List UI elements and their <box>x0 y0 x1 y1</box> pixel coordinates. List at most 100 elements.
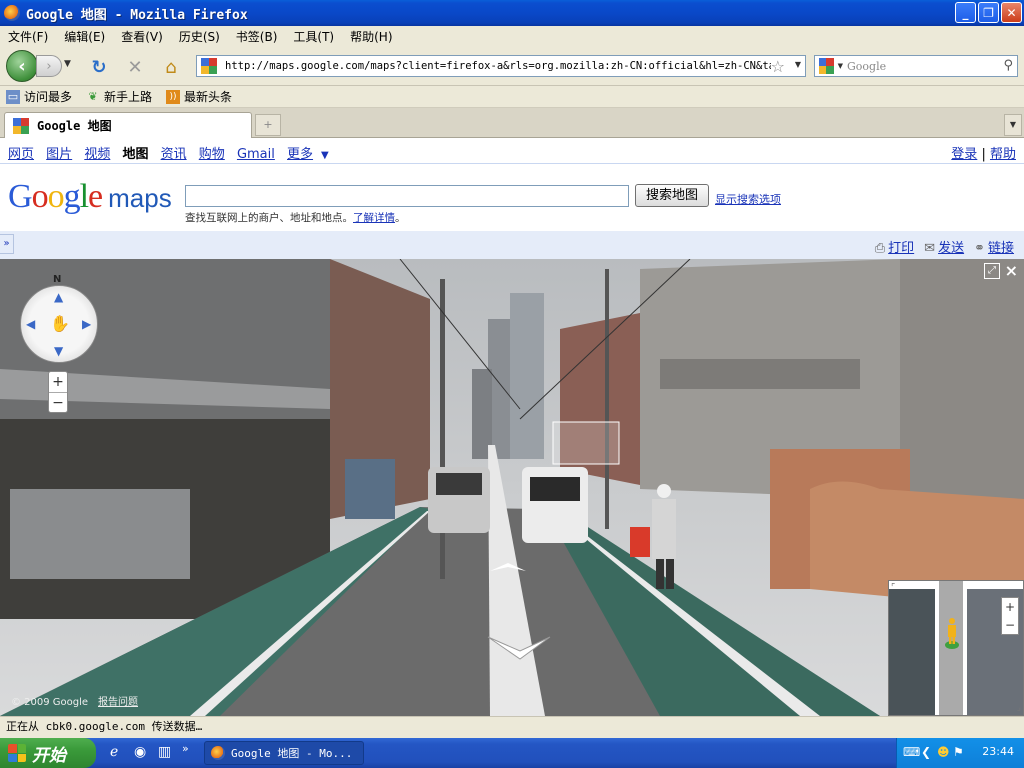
send-action[interactable]: ✉ 发送 <box>924 237 964 256</box>
ie-quicklaunch-icon[interactable]: ℯ <box>110 744 118 760</box>
close-street-view-button[interactable]: × <box>1005 261 1018 280</box>
menu-view[interactable]: 查看(V) <box>113 28 171 45</box>
copyright-text: © 2009 Google <box>11 697 89 708</box>
close-button[interactable]: ✕ <box>1001 2 1022 23</box>
help-link[interactable]: 帮助 <box>990 147 1016 162</box>
taskbar-item-firefox[interactable]: Google 地图 - Mo... <box>204 741 364 765</box>
gbar-images-link[interactable]: 图片 <box>46 147 72 162</box>
menu-tools[interactable]: 工具(T) <box>285 28 342 45</box>
history-dropdown-icon[interactable]: ▼ <box>64 59 71 69</box>
compass-rose[interactable]: ▲ ▼ ◀ ▶ ✋ <box>20 285 98 363</box>
start-label: 开始 <box>32 745 66 766</box>
network-icon[interactable]: ⚑ <box>953 745 964 759</box>
drag-hand-icon[interactable]: ✋ <box>50 314 70 333</box>
gbar-more-link[interactable]: 更多 <box>287 147 313 162</box>
gbar-gmail-link[interactable]: Gmail <box>237 147 275 162</box>
tab-bar: Google 地图 + ▼ <box>0 108 1024 138</box>
home-icon[interactable]: ⌂ <box>160 56 182 78</box>
street-view-minimap[interactable]: + − ⌜ ⌟ <box>888 580 1024 716</box>
user-links: 登录 | 帮助 <box>951 143 1016 162</box>
minimap-zoom-out-button[interactable]: − <box>1002 616 1018 634</box>
keyboard-icon[interactable]: ⌨ <box>903 745 920 759</box>
panel-collapse-button[interactable]: » <box>0 234 14 254</box>
menu-history[interactable]: 历史(S) <box>171 28 228 45</box>
print-link[interactable]: 打印 <box>888 241 914 256</box>
link-link[interactable]: 链接 <box>988 241 1014 256</box>
google-engine-icon <box>819 58 834 74</box>
url-text[interactable]: http://maps.google.com/maps?client=firef… <box>225 60 771 72</box>
maximize-button[interactable]: ❐ <box>978 2 999 23</box>
fullscreen-icon[interactable]: ⤢ <box>984 263 1000 279</box>
google-favicon-icon <box>201 58 217 74</box>
menu-bookmarks[interactable]: 书签(B) <box>228 28 286 45</box>
qq-icon[interactable]: ☻ <box>937 745 950 759</box>
window-title: Google 地图 - Mozilla Firefox <box>26 7 248 23</box>
reload-icon[interactable]: ↻ <box>88 56 110 78</box>
gbar-shopping-link[interactable]: 购物 <box>199 147 225 162</box>
pan-right-icon[interactable]: ▶ <box>82 317 91 331</box>
divider <box>0 163 1024 164</box>
report-problem-link[interactable]: 报告问题 <box>98 693 138 708</box>
firefox-icon <box>211 746 225 760</box>
tray-expand-icon[interactable]: ❮ <box>921 745 931 759</box>
link-action[interactable]: ⚭ 链接 <box>974 237 1014 256</box>
gbar-news-link[interactable]: 资讯 <box>161 147 187 162</box>
bookmark-most-visited[interactable]: ▭ 访问最多 <box>6 88 72 105</box>
pan-left-icon[interactable]: ◀ <box>26 317 35 331</box>
tab-title: Google 地图 <box>37 119 112 133</box>
google-favicon-icon <box>13 117 29 134</box>
minimap-zoom-in-button[interactable]: + <box>1002 598 1018 616</box>
menu-bar: 文件(F) 编辑(E) 查看(V) 历史(S) 书签(B) 工具(T) 帮助(H… <box>0 26 1024 46</box>
forward-button[interactable]: › <box>36 55 62 77</box>
hint-text: 查找互联网上的商户、地址和地点。 <box>185 212 353 224</box>
show-search-options-link[interactable]: 显示搜索选项 <box>715 191 781 207</box>
url-bar[interactable]: http://maps.google.com/maps?client=firef… <box>196 55 806 77</box>
window-titlebar[interactable]: Google 地图 - Mozilla Firefox _ ❐ ✕ <box>0 0 1024 26</box>
new-tab-button[interactable]: + <box>255 114 281 136</box>
back-button[interactable]: ‹ <box>6 50 38 82</box>
search-bar[interactable]: ▼ Google ⚲ <box>814 55 1018 77</box>
street-view-panorama[interactable]: N ▲ ▼ ◀ ▶ ✋ + − ⤢ × © 2009 Google 报告问题 +… <box>0 259 1024 716</box>
getting-started-icon: ❦ <box>88 90 98 103</box>
back-arrow-icon: ‹ <box>18 55 26 77</box>
menu-file[interactable]: 文件(F) <box>0 28 56 45</box>
bookmark-getting-started[interactable]: ❦ 新手上路 <box>86 88 152 105</box>
search-placeholder: Google <box>847 59 887 73</box>
app-quicklaunch-icon[interactable]: ▥ <box>158 744 171 760</box>
login-link[interactable]: 登录 <box>951 147 977 162</box>
bookmark-star-icon[interactable]: ☆ <box>771 57 785 76</box>
minimap-resize-icon[interactable]: ⌜ <box>891 583 895 593</box>
search-engine-selector[interactable]: ▼ <box>815 58 843 74</box>
quicklaunch-overflow-icon[interactable]: » <box>182 742 189 755</box>
print-action[interactable]: ⎙ 打印 <box>875 237 914 256</box>
hint-end: 。 <box>395 212 406 224</box>
gbar-web-link[interactable]: 网页 <box>8 147 34 162</box>
more-caret-icon[interactable]: ▼ <box>321 150 329 161</box>
action-bar: » ⎙ 打印 ✉ 发送 ⚭ 链接 <box>0 231 1024 259</box>
pan-up-icon[interactable]: ▲ <box>54 290 63 304</box>
gbar-video-link[interactable]: 视频 <box>84 147 110 162</box>
send-link[interactable]: 发送 <box>938 241 964 256</box>
tab-list-dropdown-icon[interactable]: ▼ <box>1004 114 1022 136</box>
search-magnifier-icon[interactable]: ⚲ <box>1003 58 1013 73</box>
minimap-collapse-icon[interactable]: ⌟ <box>1017 703 1021 713</box>
start-button[interactable]: 开始 <box>0 738 96 768</box>
zoom-in-button[interactable]: + <box>49 372 67 392</box>
stop-icon[interactable]: ✕ <box>124 56 146 78</box>
minimize-button[interactable]: _ <box>955 2 976 23</box>
menu-help[interactable]: 帮助(H) <box>342 28 400 45</box>
pan-down-icon[interactable]: ▼ <box>54 344 63 358</box>
bookmark-label: 新手上路 <box>104 90 153 104</box>
url-dropdown-icon[interactable]: ▼ <box>795 60 801 69</box>
bookmark-latest-headlines[interactable]: )) 最新头条 <box>166 88 232 105</box>
taskbar-item-label: Google 地图 - Mo... <box>231 747 353 760</box>
media-quicklaunch-icon[interactable]: ◉ <box>134 744 146 760</box>
zoom-out-button[interactable]: − <box>49 392 67 412</box>
learn-more-link[interactable]: 了解详情 <box>353 212 395 224</box>
menu-edit[interactable]: 编辑(E) <box>56 28 113 45</box>
maps-search-input[interactable] <box>185 185 629 207</box>
search-maps-button[interactable]: 搜索地图 <box>635 184 709 207</box>
google-maps-logo[interactable]: Google maps <box>8 178 172 216</box>
tab-google-maps[interactable]: Google 地图 <box>4 112 252 138</box>
pegman-icon[interactable] <box>945 617 959 649</box>
